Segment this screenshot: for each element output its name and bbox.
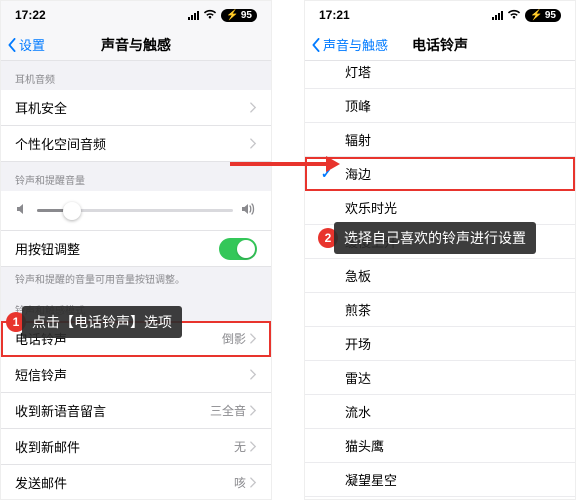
row-voicemail[interactable]: 收到新语音留言 三全音: [1, 393, 271, 429]
ringtone-option[interactable]: 欢乐时光: [305, 191, 575, 225]
callout-step-2: 2 选择自己喜欢的铃声进行设置: [318, 222, 536, 254]
chevron-right-icon: [250, 477, 257, 488]
wifi-icon: [507, 9, 521, 22]
toggle-switch[interactable]: [219, 238, 257, 260]
chevron-right-icon: [250, 369, 257, 380]
back-button[interactable]: 设置: [7, 35, 45, 54]
ringtone-option[interactable]: 急板: [305, 259, 575, 293]
ringtone-option[interactable]: 煎茶: [305, 293, 575, 327]
ringtone-option[interactable]: 顶峰: [305, 89, 575, 123]
row-spatial-audio[interactable]: 个性化空间音频: [1, 126, 271, 162]
back-button[interactable]: 声音与触感: [311, 35, 388, 54]
volume-slider[interactable]: [37, 209, 233, 212]
section-footnote: 铃声和提醒的音量可用音量按钮调整。: [1, 267, 271, 292]
chevron-right-icon: [250, 441, 257, 452]
callout-step-1: 1 点击【电话铃声】选项: [6, 306, 182, 338]
row-buttons-toggle: 用按钮调整: [1, 231, 271, 267]
volume-slider-row: [1, 191, 271, 231]
row-headphone-safety[interactable]: 耳机安全: [1, 90, 271, 126]
back-label: 设置: [19, 35, 45, 54]
row-sent-mail[interactable]: 发送邮件 咳: [1, 465, 271, 499]
row-sms-tone[interactable]: 短信铃声: [1, 357, 271, 393]
ringtone-option-selected[interactable]: ✓ 海边: [305, 157, 575, 191]
battery-icon: ⚡ 95: [221, 9, 257, 22]
callout-label: 点击【电话铃声】选项: [22, 306, 182, 338]
ringtone-option[interactable]: 流水: [305, 395, 575, 429]
back-label: 声音与触感: [323, 35, 388, 54]
phone-left: 17:22 ⚡ 95 设置 声音与触感 耳机音频 耳机安全: [0, 0, 272, 500]
clock: 17:21: [319, 8, 350, 22]
clock: 17:22: [15, 8, 46, 22]
status-bar: 17:21 ⚡ 95: [305, 1, 575, 29]
ringtone-option[interactable]: 开场: [305, 327, 575, 361]
ringtone-option[interactable]: 雷达: [305, 361, 575, 395]
section-header: 耳机音频: [1, 61, 271, 90]
checkmark-icon: ✓: [321, 166, 332, 182]
wifi-icon: [203, 9, 217, 22]
ringtone-option[interactable]: 灯塔: [305, 61, 575, 89]
ringtone-option[interactable]: 辐射: [305, 123, 575, 157]
speaker-low-icon: [15, 202, 29, 219]
chevron-right-icon: [250, 138, 257, 149]
chevron-right-icon: [250, 333, 257, 344]
row-new-mail[interactable]: 收到新邮件 无: [1, 429, 271, 465]
cellular-icon: [492, 11, 503, 20]
nav-bar: 设置 声音与触感: [1, 29, 271, 61]
status-bar: 17:22 ⚡ 95: [1, 1, 271, 29]
speaker-high-icon: [241, 202, 257, 219]
ringtone-option[interactable]: 山顶: [305, 497, 575, 499]
callout-label: 选择自己喜欢的铃声进行设置: [334, 222, 536, 254]
nav-bar: 声音与触感 电话铃声: [305, 29, 575, 61]
chevron-right-icon: [250, 405, 257, 416]
battery-icon: ⚡ 95: [525, 9, 561, 22]
section-header: 铃声和提醒音量: [1, 162, 271, 191]
cellular-icon: [188, 11, 199, 20]
chevron-right-icon: [250, 102, 257, 113]
ringtone-option[interactable]: 凝望星空: [305, 463, 575, 497]
ringtone-option[interactable]: 猫头鹰: [305, 429, 575, 463]
